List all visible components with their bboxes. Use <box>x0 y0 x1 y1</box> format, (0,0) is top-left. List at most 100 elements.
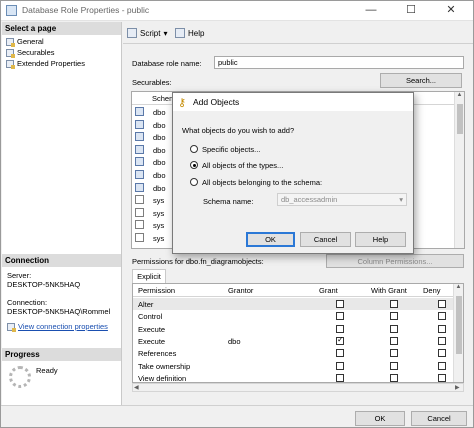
grant-checkbox[interactable] <box>336 335 344 345</box>
close-button[interactable]: ✕ <box>431 1 471 20</box>
option-all-objects-of-types-label: All objects of the types... <box>202 161 284 170</box>
grantor-column-header[interactable]: Grantor <box>228 286 253 295</box>
dialog-help-button[interactable]: Help <box>355 232 406 247</box>
table-icon <box>135 119 144 129</box>
permission-row[interactable]: Alter <box>133 298 453 310</box>
with-grant-checkbox[interactable] <box>390 300 398 308</box>
deny-checkbox[interactable] <box>438 300 446 308</box>
script-button[interactable]: Script ▾ <box>127 28 167 38</box>
permission-grantor: dbo <box>228 336 241 346</box>
grant-checkbox[interactable] <box>336 312 344 321</box>
grant-checkbox[interactable] <box>336 324 344 333</box>
permission-row[interactable]: Take ownership <box>133 360 453 372</box>
schema-name-select[interactable]: db_accessadmin ▾ <box>277 193 407 206</box>
ok-button[interactable]: OK <box>355 411 405 426</box>
add-objects-title: Add Objects <box>193 97 240 107</box>
scroll-thumb[interactable] <box>457 104 463 134</box>
schema-name-label: Schema name: <box>203 197 254 206</box>
help-label: Help <box>188 28 205 38</box>
securable-schema: sys <box>153 208 165 218</box>
page-item-general[interactable]: General <box>6 36 44 47</box>
radio-all-objects-of-types[interactable] <box>190 161 198 169</box>
minimize-button[interactable]: — <box>351 1 391 20</box>
grant-checkbox[interactable] <box>336 300 344 308</box>
with-grant-column-header[interactable]: With Grant <box>371 286 407 295</box>
with-grant-checkbox[interactable] <box>390 373 398 382</box>
toolbar-divider <box>123 43 473 44</box>
grant-checkbox[interactable] <box>336 373 344 382</box>
permission-row[interactable]: References <box>133 347 453 359</box>
with-grant-checkbox[interactable] <box>390 349 398 358</box>
securables-scrollbar[interactable]: ▲ <box>454 92 464 248</box>
permissions-grid-header: Permission Grantor Grant With Grant Deny <box>133 284 463 297</box>
securable-schema: dbo <box>153 120 166 130</box>
securable-schema: dbo <box>153 171 166 180</box>
permission-name: Control <box>138 312 163 322</box>
key-icon: ⚷ <box>178 97 187 109</box>
connection-value: DESKTOP-5NK5HAQ\Rommel <box>7 307 111 316</box>
grant-column-header[interactable]: Grant <box>319 286 338 295</box>
page-icon <box>6 37 15 47</box>
permission-name: Execute <box>138 336 166 346</box>
option-specific-objects-label: Specific objects... <box>202 145 261 154</box>
radio-all-objects-schema[interactable] <box>190 178 198 186</box>
permission-row[interactable]: Control <box>133 310 453 322</box>
maximize-button[interactable]: ☐ <box>391 1 431 20</box>
grant-checkbox[interactable] <box>336 361 344 370</box>
radio-specific-objects[interactable] <box>190 145 198 153</box>
add-objects-title-bar: ⚷ Add Objects <box>173 93 413 111</box>
securable-schema: sys <box>153 234 165 243</box>
with-grant-checkbox[interactable] <box>390 336 398 345</box>
tab-explicit[interactable]: Explicit <box>132 269 166 283</box>
view-icon <box>135 195 144 205</box>
view-connection-properties-link[interactable]: View connection properties <box>7 321 108 332</box>
permission-row[interactable]: Execute <box>133 323 453 335</box>
with-grant-checkbox[interactable] <box>390 361 398 370</box>
permission-name: Take ownership <box>138 361 191 371</box>
page-item-securables[interactable]: Securables <box>6 47 55 58</box>
permission-name: View definition <box>138 373 187 383</box>
securable-schema: sys <box>153 221 165 231</box>
with-grant-checkbox[interactable] <box>390 312 398 321</box>
permissions-grid: Permission Grantor Grant With Grant Deny… <box>132 283 464 383</box>
page-label-securables: Securables <box>17 48 55 57</box>
help-button[interactable]: Help <box>175 28 204 38</box>
deny-checkbox[interactable] <box>438 349 446 358</box>
deny-column-header[interactable]: Deny <box>423 286 441 295</box>
title-bar: Database Role Properties - public — ☐ ✕ <box>1 1 473 21</box>
scroll-left-icon[interactable]: ◀ <box>134 384 139 391</box>
deny-checkbox[interactable] <box>438 336 446 345</box>
deny-checkbox[interactable] <box>438 361 446 370</box>
view-icon <box>135 233 144 242</box>
role-name-field[interactable]: public <box>214 56 464 69</box>
securable-schema: dbo <box>153 133 166 143</box>
window-title: Database Role Properties - public <box>22 5 150 15</box>
scroll-right-icon[interactable]: ▶ <box>455 384 460 391</box>
scroll-thumb[interactable] <box>456 296 462 354</box>
dialog-ok-button[interactable]: OK <box>246 232 295 247</box>
deny-checkbox[interactable] <box>438 324 446 333</box>
connection-header: Connection <box>2 254 121 267</box>
scroll-up-icon[interactable]: ▲ <box>454 284 463 290</box>
permission-name: Alter <box>138 300 154 309</box>
column-permissions-button[interactable]: Column Permissions... <box>326 254 464 268</box>
permission-row[interactable]: Execute dbo <box>133 335 453 347</box>
permissions-hscrollbar[interactable]: ◀ ▶ <box>132 383 464 392</box>
page-item-extended-properties[interactable]: Extended Properties <box>6 58 85 69</box>
permission-row[interactable]: View definition <box>133 372 453 383</box>
cancel-button[interactable]: Cancel <box>411 411 467 426</box>
option-specific-objects[interactable]: Specific objects... <box>190 144 390 155</box>
scroll-up-icon[interactable]: ▲ <box>455 92 464 98</box>
search-button[interactable]: Search... <box>380 73 462 88</box>
permissions-scrollbar[interactable]: ▲ <box>453 284 463 382</box>
with-grant-checkbox[interactable] <box>390 324 398 333</box>
dialog-cancel-button[interactable]: Cancel <box>300 232 351 247</box>
deny-checkbox[interactable] <box>438 312 446 321</box>
grant-checkbox[interactable] <box>336 349 344 358</box>
table-icon <box>135 182 144 192</box>
permission-name: References <box>138 349 177 359</box>
deny-checkbox[interactable] <box>438 373 446 382</box>
permission-column-header[interactable]: Permission <box>138 286 175 295</box>
option-all-objects-schema[interactable]: All objects belonging to the schema: <box>190 177 405 188</box>
option-all-objects-of-types[interactable]: All objects of the types... <box>190 160 390 171</box>
